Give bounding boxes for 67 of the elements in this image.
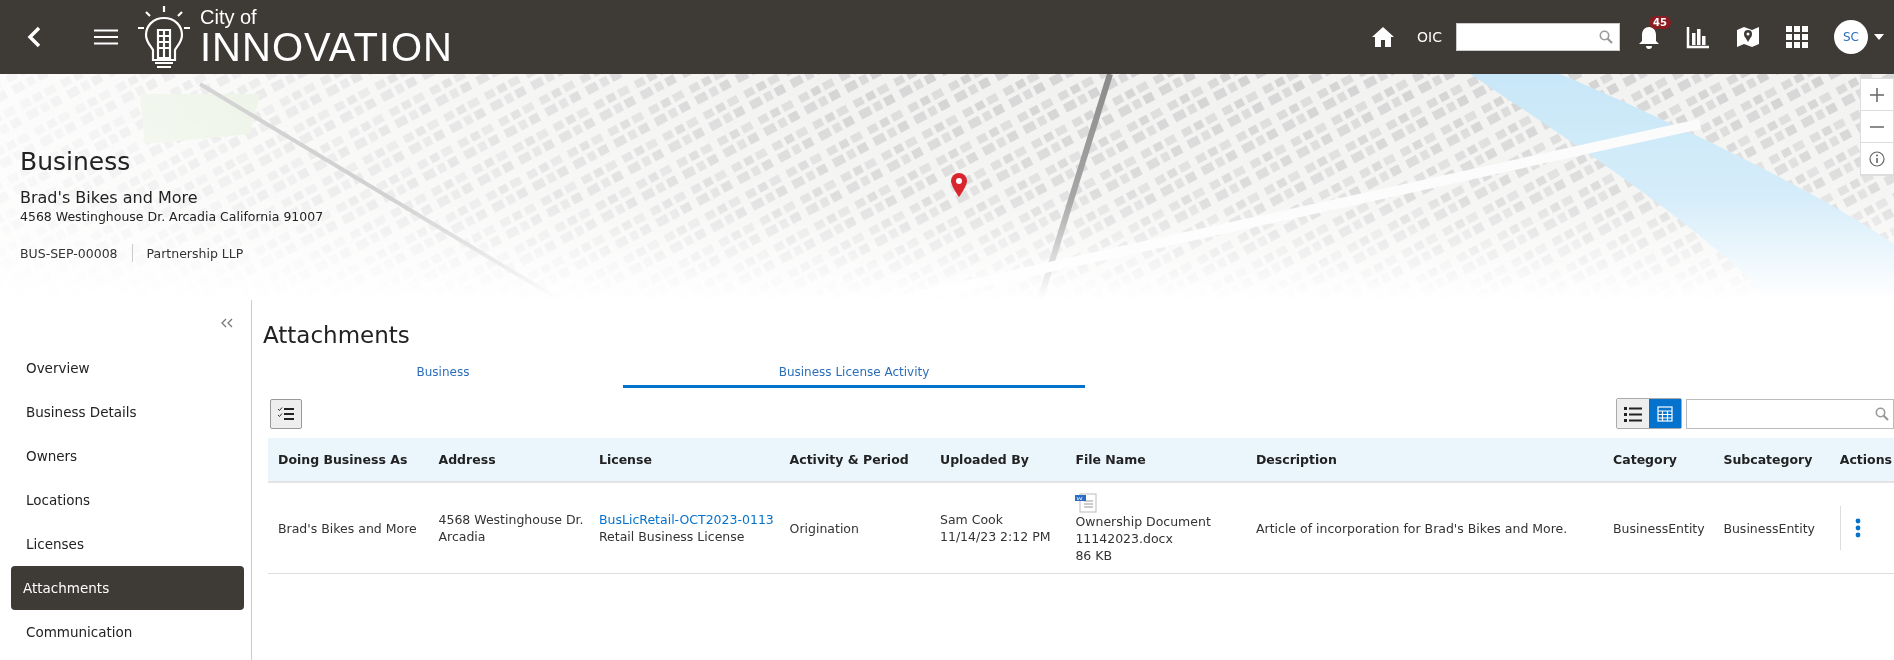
menu-icon[interactable] xyxy=(94,29,118,45)
file-name: Ownership Document 11142023.docx xyxy=(1075,512,1212,547)
business-type: Partnership LLP xyxy=(146,245,244,261)
kebab-icon xyxy=(1855,518,1862,538)
column-header: Uploaded By xyxy=(930,438,1066,482)
upload-date: 11/14/23 2:12 PM xyxy=(940,529,1051,544)
business-id: BUS-SEP-00008 xyxy=(20,245,118,261)
column-header: Doing Business As xyxy=(268,438,429,482)
file-size: 86 KB xyxy=(1075,547,1113,563)
logo-title: INNOVATION xyxy=(200,27,453,67)
grid-icon xyxy=(1657,405,1673,422)
column-header: Actions xyxy=(1835,438,1894,482)
sidebar-item[interactable]: Business Details xyxy=(11,390,244,434)
table-cell: BusinessEntity xyxy=(1613,520,1705,536)
business-name: Brad's Bikes and More xyxy=(20,188,199,207)
checklist-icon xyxy=(277,405,295,422)
column-header: File Name xyxy=(1065,438,1246,482)
user-avatar[interactable]: SC xyxy=(1834,20,1868,54)
plus-icon xyxy=(1870,87,1884,102)
sidebar-item[interactable]: Overview xyxy=(11,346,244,390)
tab[interactable]: Business License Activity xyxy=(623,358,1085,388)
back-icon[interactable] xyxy=(26,26,42,48)
search-icon xyxy=(1875,406,1889,421)
column-header: Description xyxy=(1245,438,1604,482)
table-cell-text: 4568 Westinghouse Dr. Arcadia xyxy=(438,511,585,545)
sidebar-item[interactable]: Owners xyxy=(11,434,244,478)
map-icon[interactable] xyxy=(1736,25,1760,49)
minus-icon xyxy=(1870,125,1884,128)
collapse-icon[interactable] xyxy=(220,318,234,328)
table-search-field[interactable] xyxy=(1686,398,1894,429)
list-icon xyxy=(1624,405,1642,422)
sidebar-item[interactable]: Locations xyxy=(11,478,244,522)
list-view-button[interactable] xyxy=(1617,399,1649,428)
sidebar-item[interactable]: Attachments xyxy=(11,566,244,610)
document-icon[interactable] xyxy=(1075,492,1098,513)
caret-icon[interactable] xyxy=(1874,34,1884,40)
table-cell: Article of incorporation for Brad's Bikes and More. xyxy=(1255,520,1568,536)
column-header: Activity & Period xyxy=(779,438,930,482)
home-icon[interactable] xyxy=(1371,26,1396,48)
column-header: License xyxy=(588,438,780,482)
column-header: Category xyxy=(1603,438,1714,482)
notification-badge: 45 xyxy=(1649,16,1671,29)
sidebar-item[interactable]: Communication xyxy=(11,610,244,654)
license-link[interactable]: BusLicRetail-OCT2023-0113 xyxy=(598,512,774,527)
logo-subtitle: City of xyxy=(200,7,257,27)
search-icon xyxy=(1599,30,1613,44)
map-pin-icon[interactable] xyxy=(950,172,968,198)
uploader-name: Sam Cook xyxy=(940,512,1003,527)
column-header: Subcategory xyxy=(1713,438,1836,482)
apps-grid-icon[interactable] xyxy=(1786,26,1808,48)
column-chooser-button[interactable] xyxy=(270,398,302,429)
column-header: Address xyxy=(428,438,589,482)
bell-icon[interactable] xyxy=(1638,25,1660,49)
page-heading: Business xyxy=(20,147,131,177)
sidebar-item[interactable]: Licenses xyxy=(11,522,244,566)
info-icon xyxy=(1869,150,1885,167)
table-cell: BusinessEntity xyxy=(1723,520,1815,536)
table-cell: Brad's Bikes and More xyxy=(278,520,417,536)
table-view-button[interactable] xyxy=(1649,399,1681,428)
table-cell: Origination xyxy=(789,520,859,536)
section-title: Attachments xyxy=(263,321,411,350)
business-address: 4568 Westinghouse Dr. Arcadia California 91007 xyxy=(20,209,325,224)
tab[interactable]: Business xyxy=(263,358,623,388)
bar-chart-icon[interactable] xyxy=(1686,25,1710,49)
oic-label[interactable]: OIC xyxy=(1417,29,1442,45)
license-type: Retail Business License xyxy=(598,529,745,544)
search-field[interactable] xyxy=(1456,23,1620,51)
